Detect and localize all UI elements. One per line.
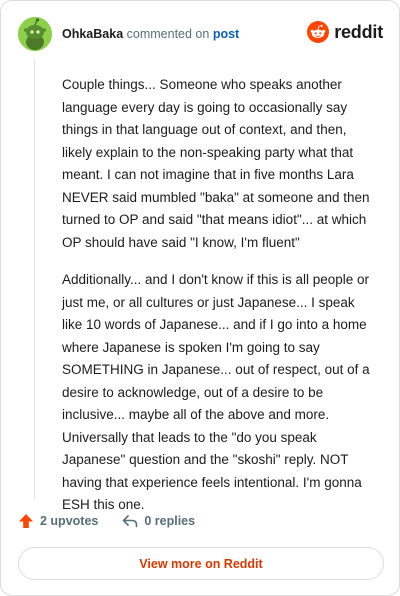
reddit-wordmark: reddit — [334, 21, 383, 42]
reddit-logo[interactable]: reddit — [307, 21, 383, 43]
comment-body: Couple things... Someone who speaks anot… — [62, 74, 376, 532]
reply-arrow-icon — [123, 515, 138, 528]
upvote-arrow-icon — [19, 514, 33, 528]
comment-header: OhkaBaka commented on post reddit — [18, 17, 383, 51]
byline-action-text: commented on — [126, 27, 210, 41]
comment-paragraph-1: Couple things... Someone who speaks anot… — [62, 77, 370, 250]
view-more-button[interactable]: View more on Reddit — [18, 547, 384, 580]
reddit-snoo-icon — [307, 21, 330, 43]
username-link[interactable]: OhkaBaka — [62, 27, 123, 41]
post-link[interactable]: post — [213, 27, 239, 41]
avatar[interactable] — [18, 17, 52, 51]
snoo-avatar-icon — [18, 17, 52, 51]
thread-line — [34, 59, 35, 499]
upvote-count: 2 upvotes — [40, 514, 99, 528]
reply-button[interactable]: 0 replies — [122, 514, 195, 528]
upvote-button[interactable]: 2 upvotes — [18, 513, 98, 529]
comment-actions: 2 upvotes 0 replies — [18, 513, 219, 529]
byline: OhkaBaka commented on post — [62, 27, 239, 41]
comment-paragraph-2: Additionally... and I don't know if this… — [62, 272, 370, 512]
reply-count: 0 replies — [144, 514, 196, 528]
embedded-comment-card: OhkaBaka commented on post reddit Couple… — [0, 0, 400, 596]
